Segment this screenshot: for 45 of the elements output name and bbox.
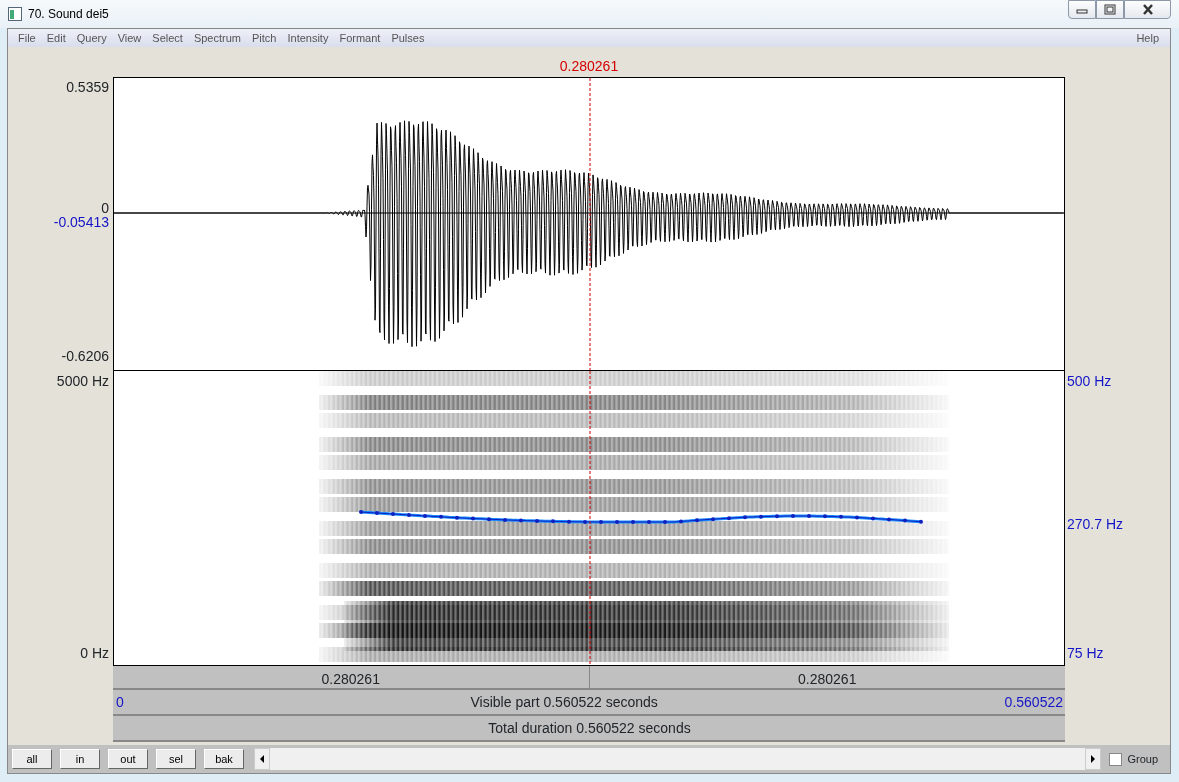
time-segment-label[interactable]: 0.280261 — [588, 666, 1065, 688]
pitch-value-label: 270.7 Hz — [1067, 515, 1124, 534]
frequency-max-label: 5000 Hz — [56, 372, 109, 391]
left-arrow-icon — [260, 755, 264, 763]
visible-start-label: 0 — [116, 692, 124, 712]
group-checkbox[interactable] — [1109, 752, 1123, 766]
minimize-button[interactable] — [1068, 0, 1096, 19]
zoom-button[interactable]: in — [60, 749, 100, 769]
axis-zero-label: 0 — [101, 201, 109, 215]
menu-item[interactable]: File — [13, 29, 42, 47]
close-button[interactable] — [1124, 0, 1171, 19]
pitch-max-label: 500 Hz — [1067, 372, 1112, 391]
menu-item[interactable]: Formant — [334, 29, 387, 47]
right-arrow-icon — [1091, 755, 1096, 763]
menu-item[interactable]: Query — [71, 29, 113, 47]
scroll-right-button[interactable] — [1085, 748, 1102, 770]
menu-item[interactable]: Edit — [41, 29, 72, 47]
total-duration-label[interactable]: Total duration 0.560522 seconds — [488, 717, 691, 739]
menu-item[interactable]: Select — [147, 29, 189, 47]
time-segment-label[interactable]: 0.280261 — [113, 666, 589, 688]
restore-icon — [1103, 4, 1117, 15]
menu-item[interactable]: Pitch — [247, 29, 283, 47]
close-icon — [1140, 4, 1155, 15]
menu-item[interactable]: Help — [1131, 29, 1165, 47]
menu-item[interactable]: Intensity — [282, 29, 335, 47]
zoom-button[interactable]: sel — [156, 749, 196, 769]
visible-part-label[interactable]: Visible part 0.560522 seconds — [470, 691, 658, 713]
cursor-value-label: -0.05413 — [53, 215, 109, 229]
axis-min-label: -0.6206 — [61, 347, 109, 366]
zoom-button[interactable]: all — [12, 749, 52, 769]
group-label: Group — [1127, 751, 1158, 767]
axis-max-label: 0.5359 — [66, 78, 109, 97]
menu-item[interactable]: Pulses — [386, 29, 431, 47]
app-icon — [8, 7, 22, 21]
zoom-button[interactable]: out — [108, 749, 148, 769]
maximize-button[interactable] — [1096, 0, 1124, 19]
menu-item[interactable]: View — [112, 29, 148, 47]
menu-item[interactable]: Spectrum — [188, 29, 247, 47]
cursor-time: 0.280261 — [558, 57, 620, 76]
scroll-left-button[interactable] — [254, 748, 270, 770]
zoom-button[interactable]: bak — [204, 749, 244, 769]
pitch-min-label: 75 Hz — [1067, 644, 1104, 663]
visible-end-label: 0.560522 — [1004, 692, 1063, 712]
frequency-min-label: 0 Hz — [80, 644, 109, 663]
window-title: 70. Sound dei5 — [28, 6, 109, 23]
